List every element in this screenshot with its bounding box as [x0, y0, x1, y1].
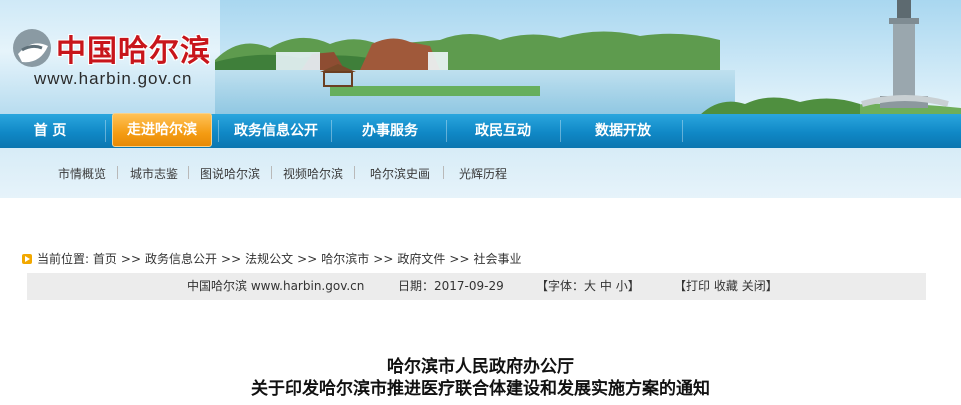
nav-divider	[682, 120, 683, 142]
breadcrumb-link-harbin-city[interactable]: 哈尔滨市	[321, 252, 369, 266]
nav-item-open-data[interactable]: 数据开放	[567, 114, 679, 148]
subnav-item-glorious-journey[interactable]: 光辉历程	[459, 165, 507, 182]
sub-nav: 市情概览 城市志鉴 图说哈尔滨 视频哈尔滨 哈尔滨史画 光辉历程	[0, 148, 961, 198]
nav-divider	[560, 120, 561, 142]
subnav-item-videos[interactable]: 视频哈尔滨	[283, 165, 343, 182]
breadcrumb-prefix: 当前位置:	[37, 252, 90, 266]
article-date: 日期：2017-09-29	[398, 279, 504, 293]
subnav-item-annals[interactable]: 城市志鉴	[130, 165, 178, 182]
breadcrumb-link-gov-info[interactable]: 政务信息公开	[145, 252, 217, 266]
nav-divider	[218, 120, 219, 142]
font-size-bracket-close: 】	[627, 279, 640, 293]
subnav-divider	[117, 166, 118, 179]
print-button[interactable]: 打印	[686, 279, 710, 293]
actions-bracket-close: 】	[765, 279, 778, 293]
article-info-bar: 中国哈尔滨 www.harbin.gov.cn 日期：2017-09-29 【字…	[27, 273, 926, 300]
breadcrumb-link-gov-documents[interactable]: 政府文件	[397, 252, 445, 266]
breadcrumb-link-home[interactable]: 首页	[93, 252, 117, 266]
subnav-divider	[443, 166, 444, 179]
breadcrumb-separator: >>	[449, 252, 470, 266]
subnav-item-history[interactable]: 哈尔滨史画	[370, 165, 430, 182]
article-actions: 【打印 收藏 关闭】	[674, 273, 778, 300]
article-title-line1: 哈尔滨市人民政府办公厅	[387, 357, 574, 377]
breadcrumb-link-regulations[interactable]: 法规公文	[245, 252, 293, 266]
subnav-divider	[188, 166, 189, 179]
site-logo[interactable]: 中国哈尔滨 www.harbin.gov.cn	[8, 24, 228, 94]
font-size-medium-button[interactable]: 中	[600, 279, 612, 293]
logo-title: 中国哈尔滨	[56, 34, 211, 69]
nav-divider	[105, 120, 106, 142]
subnav-item-overview[interactable]: 市情概览	[58, 165, 106, 182]
article-source: 中国哈尔滨 www.harbin.gov.cn	[187, 279, 365, 293]
subnav-divider	[354, 166, 355, 179]
font-size-large-button[interactable]: 大	[584, 279, 596, 293]
nav-divider	[331, 120, 332, 142]
page: 中国哈尔滨 www.harbin.gov.cn 首 页 走进哈尔滨 政务信息公开…	[0, 0, 961, 405]
logo-url: www.harbin.gov.cn	[34, 69, 193, 88]
breadcrumb-separator: >>	[297, 252, 318, 266]
subnav-item-photos[interactable]: 图说哈尔滨	[200, 165, 260, 182]
breadcrumb: 当前位置: 首页 >> 政务信息公开 >> 法规公文 >> 哈尔滨市 >> 政府文件 >> 社会事业	[22, 251, 522, 267]
nav-item-explore-harbin[interactable]: 走进哈尔滨	[112, 113, 212, 147]
location-arrow-icon	[22, 254, 32, 264]
harbin-emblem-icon	[13, 29, 51, 67]
font-size-controls: 【字体：大 中 小】	[536, 273, 640, 300]
article-title: 哈尔滨市人民政府办公厅 关于印发哈尔滨市推进医疗联合体建设和发展实施方案的通知	[0, 357, 961, 400]
nav-item-gov-info[interactable]: 政务信息公开	[224, 114, 328, 148]
favorite-button[interactable]: 收藏	[714, 279, 738, 293]
breadcrumb-separator: >>	[221, 252, 242, 266]
nav-item-home[interactable]: 首 页	[0, 114, 100, 148]
subnav-divider	[271, 166, 272, 179]
close-button[interactable]: 关闭	[742, 279, 766, 293]
article-title-line2: 关于印发哈尔滨市推进医疗联合体建设和发展实施方案的通知	[251, 379, 710, 399]
main-nav: 首 页 走进哈尔滨 政务信息公开 办事服务 政民互动 数据开放	[0, 113, 961, 148]
font-size-small-button[interactable]: 小	[616, 279, 628, 293]
font-size-label: 【字体：	[536, 279, 585, 293]
breadcrumb-separator: >>	[120, 252, 141, 266]
breadcrumb-separator: >>	[373, 252, 394, 266]
header-banner: 中国哈尔滨 www.harbin.gov.cn	[0, 0, 961, 115]
actions-bracket-open: 【	[674, 279, 687, 293]
nav-item-interaction[interactable]: 政民互动	[447, 114, 559, 148]
nav-item-services[interactable]: 办事服务	[334, 114, 446, 148]
breadcrumb-link-social-affairs[interactable]: 社会事业	[474, 252, 522, 266]
